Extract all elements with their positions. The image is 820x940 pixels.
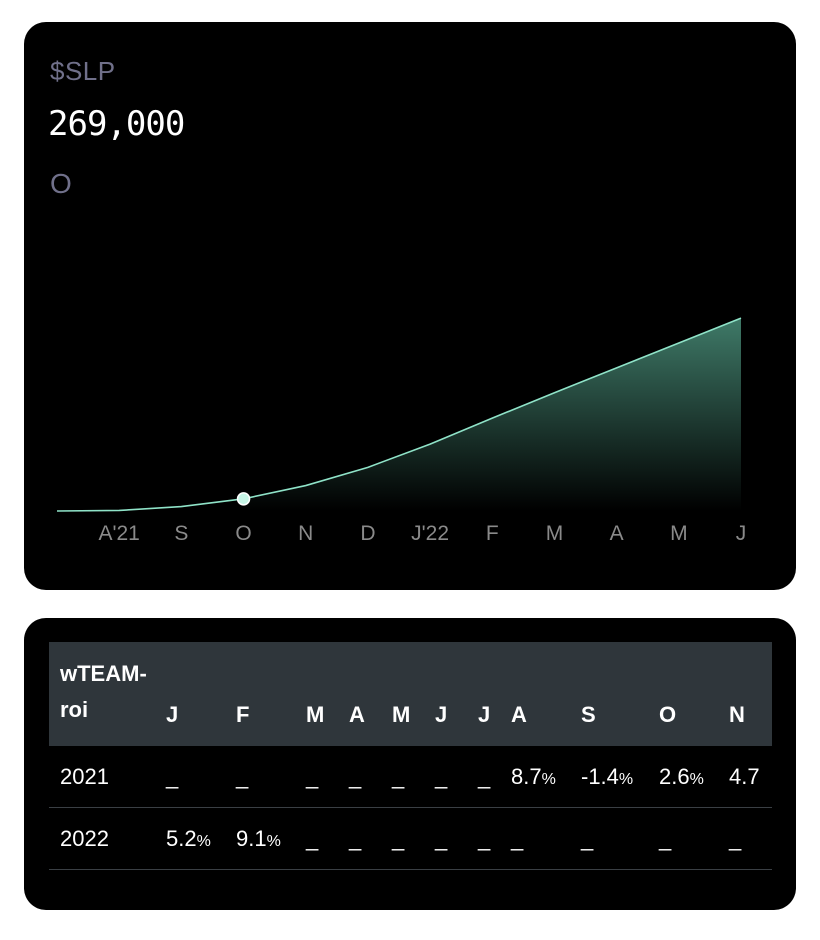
roi-cell: 2.6%: [659, 746, 729, 808]
month-header: J: [478, 702, 491, 727]
corner-label-line2: roi: [60, 697, 89, 722]
roi-cell: _: [392, 807, 435, 870]
roi-cell: _: [349, 746, 392, 808]
month-header: S: [581, 702, 596, 727]
price-chart-card: $SLP 269,000 O A'21 S O N D J'22 F M A M J: [24, 22, 796, 590]
roi-cell: _: [478, 807, 511, 870]
year-cell: 2022: [49, 807, 166, 870]
roi-cell: _: [349, 807, 392, 870]
year-cell: 2021: [49, 746, 166, 808]
month-header: J: [166, 702, 179, 727]
roi-cell: _: [435, 807, 478, 870]
month-header: J: [435, 702, 448, 727]
roi-cell: _: [729, 807, 772, 870]
x-tick-label: D: [360, 522, 375, 545]
highlight-point[interactable]: [236, 492, 251, 506]
roi-table: wTEAM-roi JFMAMJJASON 2021 _ _ _ _ _ _ _ 8.7% -1.…: [49, 642, 772, 870]
roi-cell: 9.1%: [236, 807, 306, 870]
x-tick-label: A'21: [98, 522, 139, 545]
table-row: 2022 5.2% 9.1% _ _ _ _ _ _ _ _ _: [49, 807, 772, 870]
corner-label-line1: wTEAM-: [60, 661, 147, 686]
roi-cell: _: [236, 746, 306, 808]
roi-cell: _: [581, 807, 659, 870]
roi-cell: _: [306, 807, 349, 870]
roi-cell: _: [511, 807, 581, 870]
roi-cell: 8.7%: [511, 746, 581, 808]
roi-cell: _: [478, 746, 511, 808]
month-header: A: [349, 702, 365, 727]
roi-cell: -1.4%: [581, 746, 659, 808]
x-tick-label: A: [610, 522, 624, 545]
x-tick-label: S: [174, 522, 188, 545]
x-tick-label: J: [736, 522, 747, 545]
roi-cell: _: [392, 746, 435, 808]
month-header: F: [236, 702, 250, 727]
month-header: N: [729, 702, 745, 727]
x-tick-label: N: [298, 522, 313, 545]
x-tick-label: F: [486, 522, 499, 545]
month-header: M: [392, 702, 411, 727]
roi-cell: _: [306, 746, 349, 808]
x-tick-label: M: [546, 522, 564, 545]
roi-cell: _: [166, 746, 236, 808]
roi-table-card: wTEAM-roi JFMAMJJASON 2021 _ _ _ _ _ _ _ 8.7% -1.…: [24, 618, 796, 910]
roi-cell: _: [659, 807, 729, 870]
roi-cell: 4.7: [729, 746, 772, 808]
roi-cell: 5.2%: [166, 807, 236, 870]
area-chart[interactable]: A'21 S O N D J'22 F M A M J: [24, 22, 796, 590]
month-header: A: [511, 702, 527, 727]
month-header: M: [306, 702, 325, 727]
x-tick-label: O: [235, 522, 251, 545]
x-tick-label: M: [670, 522, 688, 545]
table-row: 2021 _ _ _ _ _ _ _ 8.7% -1.4% 2.6% 4.7: [49, 746, 772, 808]
corner-header: wTEAM-roi: [49, 642, 166, 746]
roi-cell: _: [435, 746, 478, 808]
month-header: O: [659, 702, 677, 727]
table-header-row: wTEAM-roi JFMAMJJASON: [49, 642, 772, 746]
x-tick-label: J'22: [411, 522, 449, 545]
